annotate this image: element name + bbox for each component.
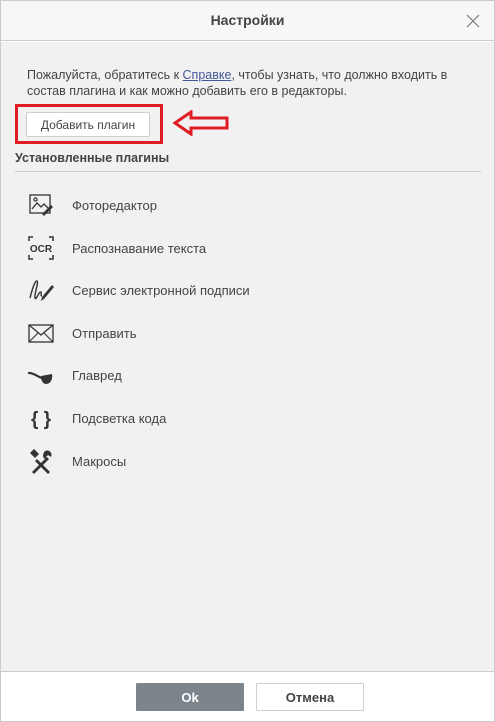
plugin-item-macros[interactable]: Макросы xyxy=(15,443,475,486)
plugin-item-signature[interactable]: Сервис электронной подписи xyxy=(15,272,475,315)
add-plugin-button[interactable]: Добавить плагин xyxy=(26,112,150,137)
cancel-button[interactable]: Отмена xyxy=(256,683,364,711)
tools-icon xyxy=(27,447,55,475)
settings-dialog: Настройки Пожалуйста, обратитесь к Справ… xyxy=(0,0,495,722)
envelope-icon xyxy=(27,319,55,347)
plugin-item-glavred[interactable]: Главред xyxy=(15,357,475,400)
intro-text: Пожалуйста, обратитесь к Справке, чтобы … xyxy=(27,67,467,99)
plugin-label: Подсветка кода xyxy=(72,410,167,426)
section-divider xyxy=(15,171,481,172)
signature-pen-icon xyxy=(27,276,55,304)
plugin-item-send[interactable]: Отправить xyxy=(15,315,475,358)
plugin-item-ocr[interactable]: OCR Распознавание текста xyxy=(15,230,475,273)
plugin-label: Фоторедактор xyxy=(72,198,157,213)
dialog-title: Настройки xyxy=(210,12,285,28)
plugin-label: Отправить xyxy=(72,325,137,341)
intro-text-before: Пожалуйста, обратитесь к xyxy=(27,68,183,82)
dialog-titlebar: Настройки xyxy=(1,1,494,41)
ocr-icon: OCR xyxy=(27,234,55,262)
ok-button[interactable]: Ok xyxy=(136,683,244,711)
plugin-item-photo-editor[interactable]: Фоторедактор xyxy=(15,187,475,230)
dialog-body: Пожалуйста, обратитесь к Справке, чтобы … xyxy=(1,42,494,673)
ocr-icon-text: OCR xyxy=(30,244,53,255)
pipe-icon xyxy=(27,361,55,389)
photo-editor-icon xyxy=(27,191,55,219)
close-icon[interactable] xyxy=(465,13,481,29)
installed-plugins-heading: Установленные плагины xyxy=(15,151,170,165)
help-link[interactable]: Справке xyxy=(183,68,232,82)
plugin-label: Распознавание текста xyxy=(72,240,207,256)
plugin-label: Сервис электронной подписи xyxy=(72,283,250,299)
curly-braces-icon-text: { } xyxy=(31,409,52,430)
plugin-label: Главред xyxy=(72,368,122,384)
plugin-label: Макросы xyxy=(72,453,127,469)
annotation-arrow-icon xyxy=(172,110,229,136)
plugin-item-code-highlight[interactable]: { } Подсветка кода xyxy=(15,400,475,443)
curly-braces-icon: { } xyxy=(27,404,55,432)
dialog-footer: Ok Отмена xyxy=(1,671,494,721)
plugin-list: Фоторедактор OCR Распознавание текста Се… xyxy=(15,187,475,485)
